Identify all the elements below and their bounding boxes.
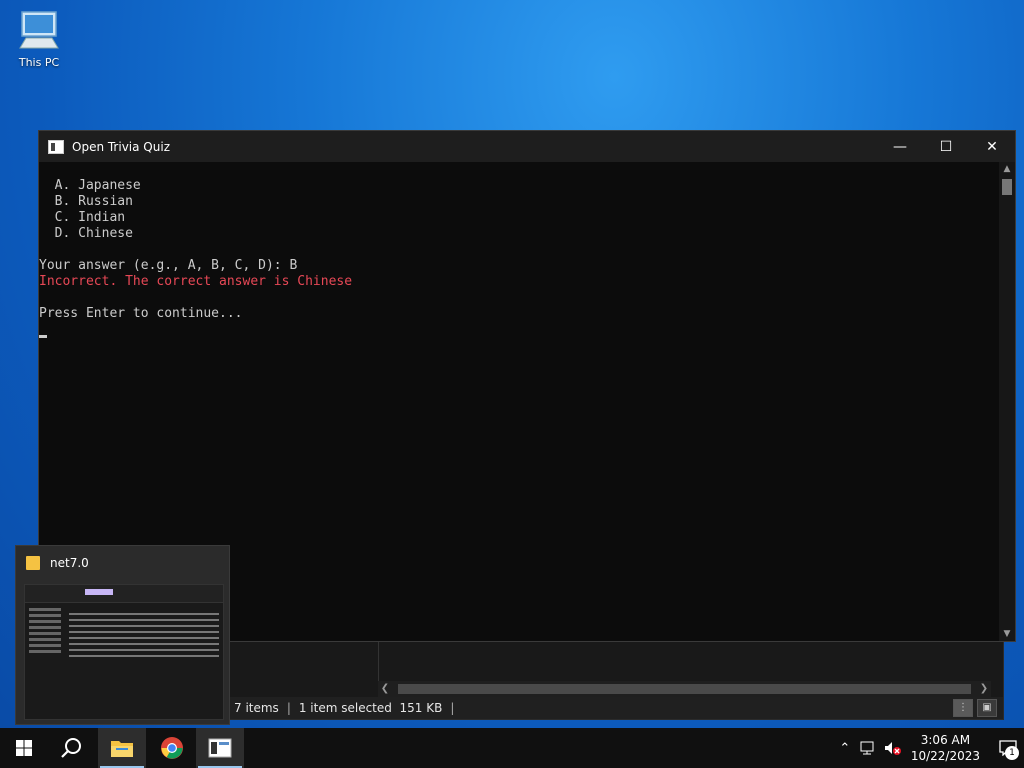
details-view-button[interactable]: ⋮ [953,699,973,717]
scroll-down-icon[interactable]: ▼ [999,627,1015,641]
scroll-left-icon[interactable]: ❮ [378,681,392,697]
console-line: D. Chinese [39,226,133,241]
desktop-icon-this-pc[interactable]: This PC [12,8,66,69]
start-button[interactable] [0,728,48,768]
console-line: Your answer (e.g., A, B, C, D): B [39,258,298,273]
console-line: A. Japanese [39,178,141,193]
scroll-up-icon[interactable]: ▲ [999,162,1015,176]
item-count: 7 items [234,701,279,715]
search-icon [61,738,81,758]
folder-icon [111,741,133,757]
maximize-button[interactable]: ☐ [923,131,969,162]
chrome-icon [161,737,183,759]
console-titlebar[interactable]: Open Trivia Quiz — ☐ ✕ [39,131,1015,162]
horizontal-scrollbar[interactable]: ❮ ❯ [378,681,991,697]
action-center-button[interactable]: 1 [992,728,1024,768]
chrome-taskbar-button[interactable] [148,728,196,768]
preview-title: net7.0 [50,556,89,570]
close-button[interactable]: ✕ [969,131,1015,162]
volume-muted-icon[interactable] [881,728,905,768]
clock-time: 3:06 AM [920,733,971,747]
file-explorer-window: ❮ ❯ 7 items | 1 item selected 151 KB | ⋮ ▣ [229,640,1004,720]
taskbar-thumbnail-preview[interactable]: net7.0 [15,545,230,725]
selection-size: 151 KB [399,701,443,715]
console-line: Incorrect. The correct answer is Chinese [39,274,353,289]
clock[interactable]: 3:06 AM 10/22/2023 [911,732,980,764]
desktop-icon-label: This PC [18,56,60,69]
scroll-right-icon[interactable]: ❯ [977,681,991,697]
text-cursor [39,335,47,338]
console-icon [48,139,64,154]
windows-logo-icon [16,740,32,756]
clock-date: 10/22/2023 [910,749,980,763]
search-button[interactable] [48,728,96,768]
window-title: Open Trivia Quiz [72,139,170,154]
notification-count-badge: 1 [1005,746,1019,760]
console-line: B. Russian [39,194,133,209]
chevron-up-icon[interactable]: ⌃ [833,728,857,768]
status-bar: 7 items | 1 item selected 151 KB | [230,697,1003,719]
console-taskbar-button[interactable] [196,728,244,768]
pane-divider [378,641,379,681]
file-explorer-taskbar-button[interactable] [98,728,146,768]
scrollbar-thumb[interactable] [1002,179,1012,195]
scrollbar-thumb[interactable] [398,684,971,694]
console-line: C. Indian [39,210,126,225]
minimize-button[interactable]: — [877,131,923,162]
computer-icon [19,11,59,49]
console-line: Press Enter to continue... [39,306,243,321]
large-icons-view-button[interactable]: ▣ [977,699,997,717]
console-icon [208,738,232,758]
system-tray: ⌃ 3:06 AM 10/22/2023 1 [833,728,1024,768]
preview-thumbnail [24,584,224,720]
taskbar: ⌃ 3:06 AM 10/22/2023 1 [0,728,1024,768]
selection-count: 1 item selected [298,701,392,715]
vertical-scrollbar[interactable]: ▲ ▼ [999,162,1015,641]
folder-icon [26,556,40,570]
network-icon[interactable] [857,728,881,768]
